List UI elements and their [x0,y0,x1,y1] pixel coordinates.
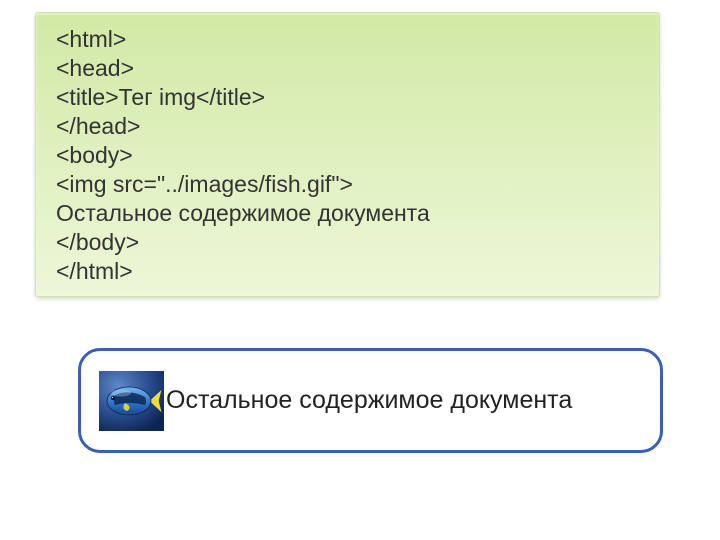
code-line: <head> [56,54,639,83]
code-line: Остальное содержимое документа [56,199,639,228]
code-line: </head> [56,112,639,141]
result-text: Остальное содержимое документа [166,386,572,415]
code-line: </body> [56,228,639,257]
code-example-box: <html> <head> <title>Тег img</title> </h… [35,12,660,297]
code-line: <html> [56,25,639,54]
result-preview-box: Остальное содержимое документа [78,348,663,453]
fish-icon [99,371,164,431]
code-line: <img src="../images/fish.gif"> [56,170,639,199]
code-line: <title>Тег img</title> [56,83,639,112]
code-line: <body> [56,141,639,170]
code-line: </html> [56,257,639,286]
